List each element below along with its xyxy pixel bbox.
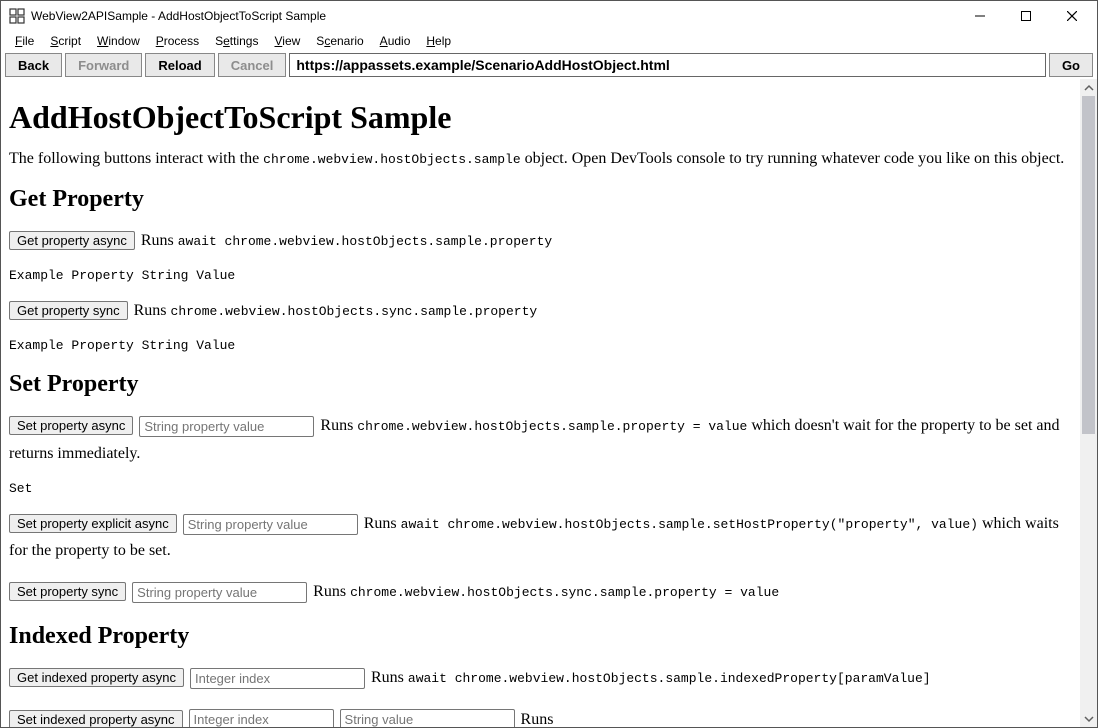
forward-button[interactable]: Forward [65,53,142,77]
get-property-sync-output: Example Property String Value [9,338,1072,353]
get-property-sync-button[interactable]: Get property sync [9,301,128,320]
row-set-indexed-property-async: Set indexed property async Runs chrome.w… [9,706,1072,728]
navigation-toolbar: Back Forward Reload Cancel https://appas… [1,51,1097,79]
window-controls [957,1,1095,31]
get-indexed-property-index-input[interactable] [190,668,365,689]
set-property-output: Set [9,481,1072,496]
menu-script[interactable]: Script [42,32,89,50]
get-property-async-button[interactable]: Get property async [9,231,135,250]
row-get-property-async: Get property async Runs await chrome.web… [9,227,1072,254]
row-set-property-async: Set property async Runs chrome.webview.h… [9,412,1072,466]
page-content: AddHostObjectToScript Sample The followi… [1,79,1080,727]
address-bar[interactable]: https://appassets.example/ScenarioAddHos… [289,53,1046,77]
app-icon [9,8,25,24]
row-get-property-sync: Get property sync Runs chrome.webview.ho… [9,297,1072,324]
get-indexed-property-async-button[interactable]: Get indexed property async [9,668,184,687]
set-property-sync-input[interactable] [132,582,307,603]
menu-scenario[interactable]: Scenario [308,32,371,50]
menu-audio[interactable]: Audio [372,32,419,50]
close-button[interactable] [1049,1,1095,31]
vertical-scrollbar[interactable] [1080,79,1097,727]
row-get-indexed-property-async: Get indexed property async Runs await ch… [9,664,1072,691]
menu-window[interactable]: Window [89,32,148,50]
menu-settings[interactable]: Settings [207,32,266,50]
minimize-button[interactable] [957,1,1003,31]
back-button[interactable]: Back [5,53,62,77]
row-set-property-explicit-async: Set property explicit async Runs await c… [9,510,1072,564]
menu-bar: File Script Window Process Settings View… [1,31,1097,51]
set-indexed-property-index-input[interactable] [189,709,334,727]
go-button[interactable]: Go [1049,53,1093,77]
menu-process[interactable]: Process [148,32,207,50]
menu-help[interactable]: Help [418,32,459,50]
scrollbar-thumb[interactable] [1082,96,1095,434]
set-indexed-property-async-button[interactable]: Set indexed property async [9,710,183,728]
cancel-button[interactable]: Cancel [218,53,287,77]
get-property-async-output: Example Property String Value [9,268,1072,283]
page-title: AddHostObjectToScript Sample [9,99,1072,136]
scroll-up-arrow-icon[interactable] [1080,79,1097,96]
menu-file[interactable]: File [7,32,42,50]
title-bar: WebView2APISample - AddHostObjectToScrip… [1,1,1097,31]
reload-button[interactable]: Reload [145,53,214,77]
menu-view[interactable]: View [266,32,308,50]
maximize-button[interactable] [1003,1,1049,31]
set-property-explicit-async-button[interactable]: Set property explicit async [9,514,177,533]
set-property-async-button[interactable]: Set property async [9,416,133,435]
window-title: WebView2APISample - AddHostObjectToScrip… [31,9,957,23]
heading-get-property: Get Property [9,186,1072,213]
set-property-explicit-async-input[interactable] [183,514,358,535]
set-property-async-input[interactable] [139,416,314,437]
heading-set-property: Set Property [9,371,1072,398]
heading-indexed-property: Indexed Property [9,623,1072,650]
scroll-down-arrow-icon[interactable] [1080,710,1097,727]
set-property-sync-button[interactable]: Set property sync [9,582,126,601]
intro-paragraph: The following buttons interact with the … [9,150,1072,168]
scrollbar-track[interactable] [1080,96,1097,710]
set-indexed-property-value-input[interactable] [340,709,515,727]
row-set-property-sync: Set property sync Runs chrome.webview.ho… [9,578,1072,605]
webview-viewport: AddHostObjectToScript Sample The followi… [1,79,1097,727]
